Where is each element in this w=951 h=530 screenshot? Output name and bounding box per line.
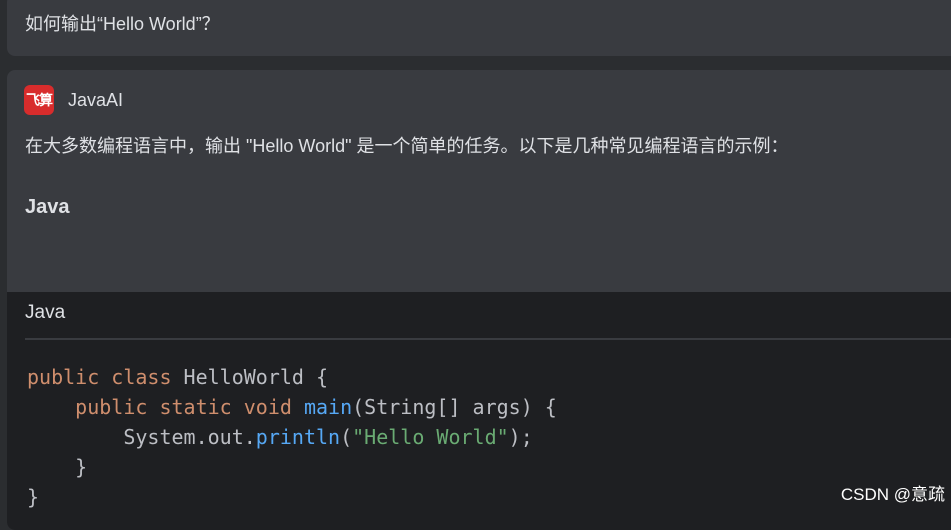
answer-intro-text: 在大多数编程语言中，输出 "Hello World" 是一个简单的任务。以下是几… (25, 136, 789, 156)
code-line: public class HelloWorld { (27, 365, 329, 389)
code-language-label: Java (25, 302, 66, 323)
code-string: "Hello World" (352, 425, 509, 449)
user-question-text: 如何输出“Hello World”？ (25, 14, 220, 34)
code-block[interactable]: Java public class HelloWorld { public st… (7, 292, 951, 530)
ai-answer-card: 飞算 JavaAI 在大多数编程语言中，输出 "Hello World" 是一个… (7, 70, 951, 530)
code-line: public static void main(String[] args) { (75, 395, 557, 419)
assistant-name: JavaAI (68, 89, 124, 110)
code-line: System.out.println("Hello World"); (123, 425, 533, 449)
ai-answer-header: 飞算 JavaAI (24, 84, 123, 116)
code-keyword: public class (27, 365, 172, 389)
code-keyword: public static void (75, 395, 292, 419)
code-line: } (75, 455, 88, 479)
code-function: println (255, 425, 341, 449)
code-line: } (27, 485, 40, 509)
code-content[interactable]: public class HelloWorld { public static … (27, 362, 557, 512)
code-header-divider (25, 338, 951, 340)
section-heading-java: Java (25, 196, 70, 218)
javaai-logo-icon: 飞算 (24, 85, 54, 115)
csdn-watermark: CSDN @意疏 (840, 485, 945, 504)
code-function: main (303, 395, 353, 419)
user-question-card: 如何输出“Hello World”？ (7, 0, 951, 56)
